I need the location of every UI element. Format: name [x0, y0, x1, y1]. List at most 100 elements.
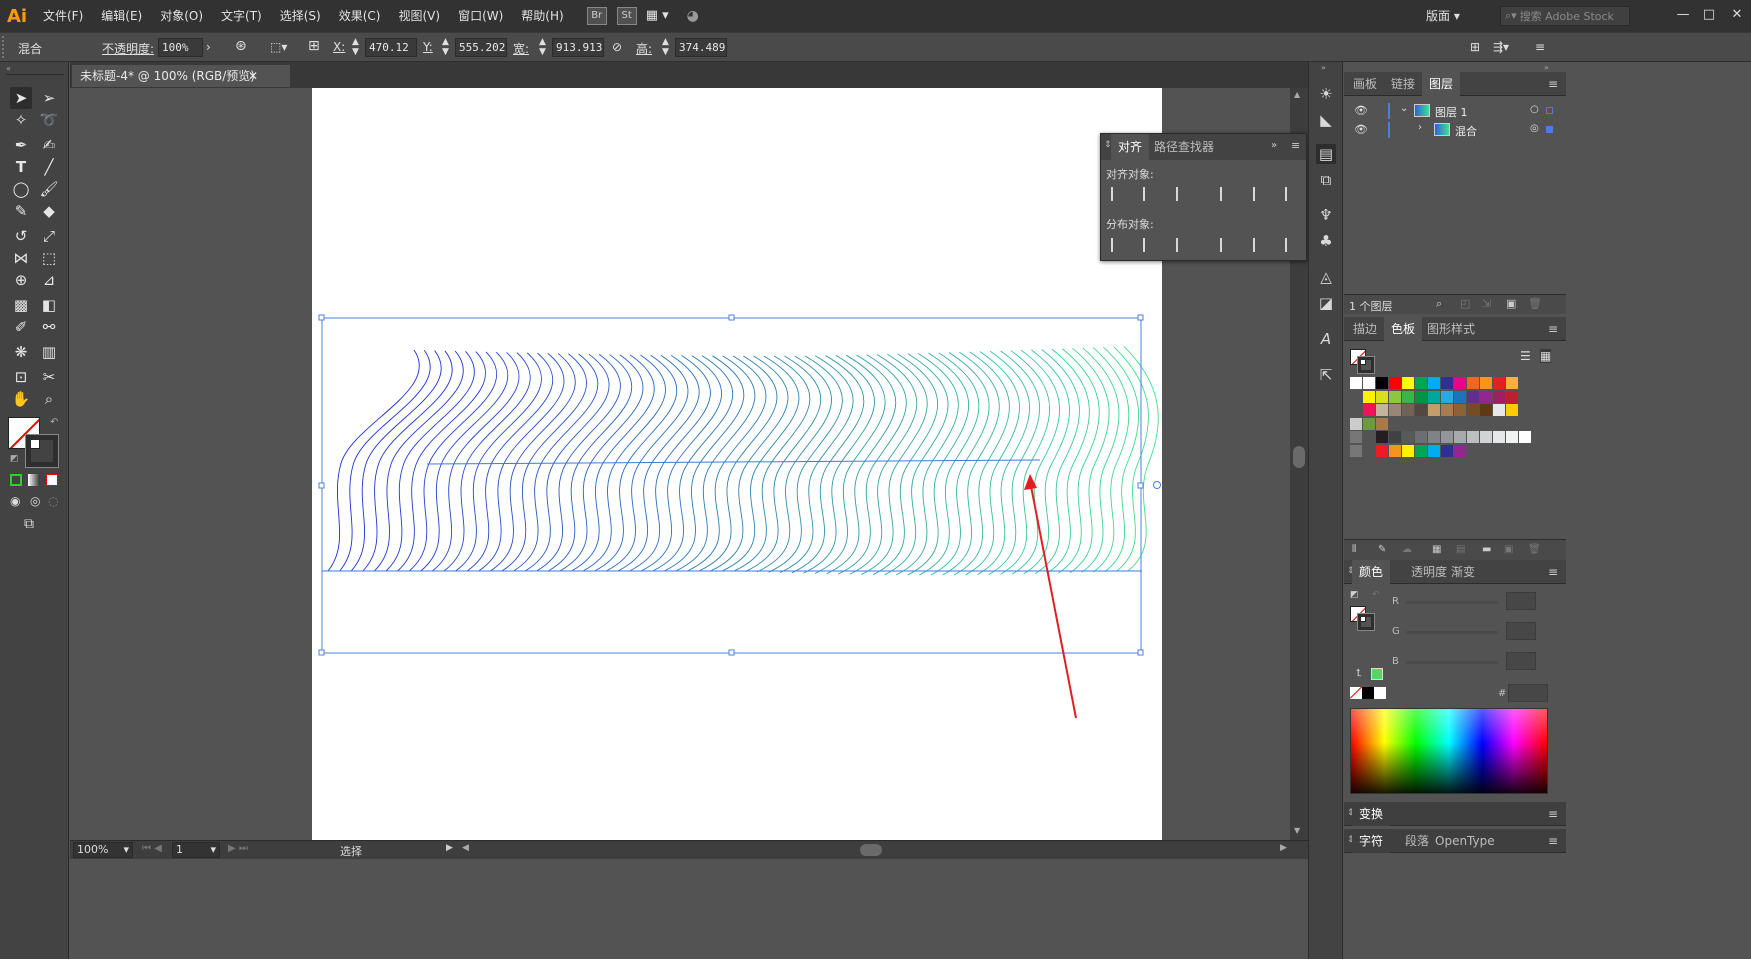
width-tool-icon[interactable]: ⋈: [10, 247, 32, 269]
y-stepper-icon[interactable]: ▲ ▼: [442, 37, 449, 57]
r-slider[interactable]: [1406, 601, 1498, 604]
menu-help[interactable]: 帮助(H): [512, 0, 572, 32]
symbols-icon[interactable]: ♆: [1316, 205, 1336, 225]
horizontal-scroll-thumb[interactable]: [860, 844, 882, 856]
make-clipping-mask-icon[interactable]: ◰: [1460, 297, 1470, 310]
layer-name[interactable]: 混合: [1455, 123, 1477, 139]
tab-character[interactable]: 字符: [1352, 829, 1391, 853]
tab-transform[interactable]: 变换: [1352, 802, 1391, 826]
scroll-right-icon[interactable]: ▶: [1280, 843, 1287, 853]
tab-links[interactable]: 链接: [1384, 72, 1422, 96]
rotate-tool-icon[interactable]: ↺: [10, 225, 32, 247]
align-right-icon[interactable]: [1174, 186, 1190, 202]
pattern-swatch[interactable]: [1350, 417, 1362, 430]
expand-strip-icon[interactable]: »: [1321, 63, 1326, 72]
curvature-tool-icon[interactable]: ✍: [38, 134, 60, 156]
menu-select[interactable]: 选择(S): [271, 0, 330, 32]
color-swatch[interactable]: [1428, 404, 1440, 416]
menu-object[interactable]: 对象(O): [151, 0, 212, 32]
tab-opentype[interactable]: OpenType: [1428, 829, 1502, 853]
pattern-swatch[interactable]: [1376, 417, 1388, 430]
selection-indicator[interactable]: [1546, 107, 1553, 114]
color-swatch[interactable]: [1467, 404, 1479, 416]
color-swatch[interactable]: [1402, 404, 1414, 416]
opacity-label[interactable]: 不透明度:: [102, 40, 154, 57]
selection-bounding-box[interactable]: [321, 317, 1142, 654]
appearance-icon[interactable]: ☀: [1316, 84, 1336, 104]
last-color-swatch[interactable]: [1371, 668, 1383, 680]
stroke-preview-swatch[interactable]: [1357, 356, 1375, 374]
tab-artboards[interactable]: 画板: [1346, 72, 1384, 96]
tab-color[interactable]: 颜色: [1352, 560, 1391, 584]
stroke-preview-swatch[interactable]: [1357, 613, 1375, 631]
workspace-switcher[interactable]: 版面 ▾: [1426, 7, 1460, 24]
color-swatch[interactable]: [1363, 390, 1375, 403]
panel-menu-icon[interactable]: ≡: [1548, 77, 1558, 91]
close-button[interactable]: ✕: [1726, 4, 1748, 26]
color-swatch[interactable]: [1389, 431, 1401, 443]
color-swatch[interactable]: [1376, 404, 1388, 416]
ellipse-tool-icon[interactable]: ◯: [10, 178, 32, 200]
color-swatch[interactable]: [1441, 377, 1453, 389]
color-swatch[interactable]: [1506, 431, 1518, 443]
distribute-left-icon[interactable]: [1218, 237, 1234, 253]
artboard-number-field[interactable]: 1 ▾: [172, 842, 220, 858]
panel-menu-icon[interactable]: ≡: [1548, 322, 1558, 336]
color-swatch[interactable]: [1402, 431, 1414, 443]
bridge-button[interactable]: Br: [586, 7, 607, 25]
stock-button[interactable]: St: [616, 7, 637, 25]
height-field[interactable]: 374.489: [675, 38, 727, 57]
menu-type[interactable]: 文字(T): [212, 0, 271, 32]
magic-wand-tool-icon[interactable]: ✧: [10, 109, 32, 131]
color-swatch[interactable]: [1389, 377, 1401, 389]
align-vertical-center-icon[interactable]: [1251, 186, 1267, 202]
layer-name[interactable]: 图层 1: [1435, 104, 1468, 120]
distribute-vertical-center-icon[interactable]: [1141, 237, 1157, 253]
shape-builder-tool-icon[interactable]: ⊕: [10, 269, 32, 291]
new-sublayer-icon[interactable]: ⇲: [1482, 297, 1491, 310]
g-slider[interactable]: [1406, 631, 1498, 634]
color-mode-icon[interactable]: [10, 474, 22, 486]
tab-layers[interactable]: 图层: [1422, 72, 1461, 96]
color-swatch[interactable]: [1415, 377, 1427, 389]
color-swatch[interactable]: [1506, 404, 1518, 416]
direct-selection-tool-icon[interactable]: ➢: [38, 87, 60, 109]
menu-file[interactable]: 文件(F): [34, 0, 92, 32]
distribute-top-icon[interactable]: [1109, 237, 1125, 253]
panel-menu-icon[interactable]: ≡: [1548, 565, 1558, 579]
free-transform-tool-icon[interactable]: ⬚: [38, 247, 60, 269]
color-swatch[interactable]: [1376, 431, 1388, 443]
color-swatch[interactable]: [1493, 390, 1505, 403]
color-swatch[interactable]: [1402, 377, 1414, 389]
blend-artwork[interactable]: [312, 88, 1162, 840]
align-options-icon[interactable]: ⊞: [1470, 40, 1480, 54]
y-field[interactable]: 555.202: [455, 38, 507, 57]
b-field[interactable]: [1506, 652, 1536, 670]
layer-row[interactable]: 👁 › 混合 ◎: [1344, 121, 1566, 139]
new-swatch-icon[interactable]: ▣: [1504, 544, 1513, 555]
club-symbol-icon[interactable]: ♣: [1316, 231, 1336, 251]
color-swatch[interactable]: [1454, 377, 1466, 389]
panel-menu-icon[interactable]: ≡: [1548, 834, 1558, 848]
screen-mode-icon[interactable]: ⧉: [24, 516, 34, 532]
color-swatch[interactable]: [1415, 431, 1427, 443]
color-swatch[interactable]: [1415, 404, 1427, 416]
color-swatch[interactable]: [1480, 404, 1492, 416]
color-swatch[interactable]: [1376, 444, 1388, 457]
visibility-eye-icon[interactable]: 👁: [1354, 104, 1368, 117]
artboard[interactable]: [312, 88, 1162, 840]
eyedropper-tool-icon[interactable]: ✐: [10, 316, 32, 338]
tab-stroke[interactable]: 描边: [1346, 317, 1384, 341]
column-graph-tool-icon[interactable]: ▥: [38, 341, 60, 363]
shaper-tool-icon[interactable]: ✎: [10, 200, 32, 222]
draw-inside-icon[interactable]: ◌: [48, 494, 58, 508]
color-swatch[interactable]: [1454, 431, 1466, 443]
color-swatch[interactable]: [1493, 377, 1505, 389]
grid-view-icon[interactable]: ▦: [1540, 349, 1552, 363]
align-panel-icon[interactable]: ▤: [1316, 144, 1336, 164]
menu-edit[interactable]: 编辑(E): [92, 0, 151, 32]
locate-object-icon[interactable]: ⌕: [1436, 297, 1442, 311]
distribute-bottom-icon[interactable]: [1174, 237, 1190, 253]
tab-gradient[interactable]: 渐变: [1444, 560, 1482, 584]
graphic-styles-icon[interactable]: ◬: [1316, 267, 1336, 287]
